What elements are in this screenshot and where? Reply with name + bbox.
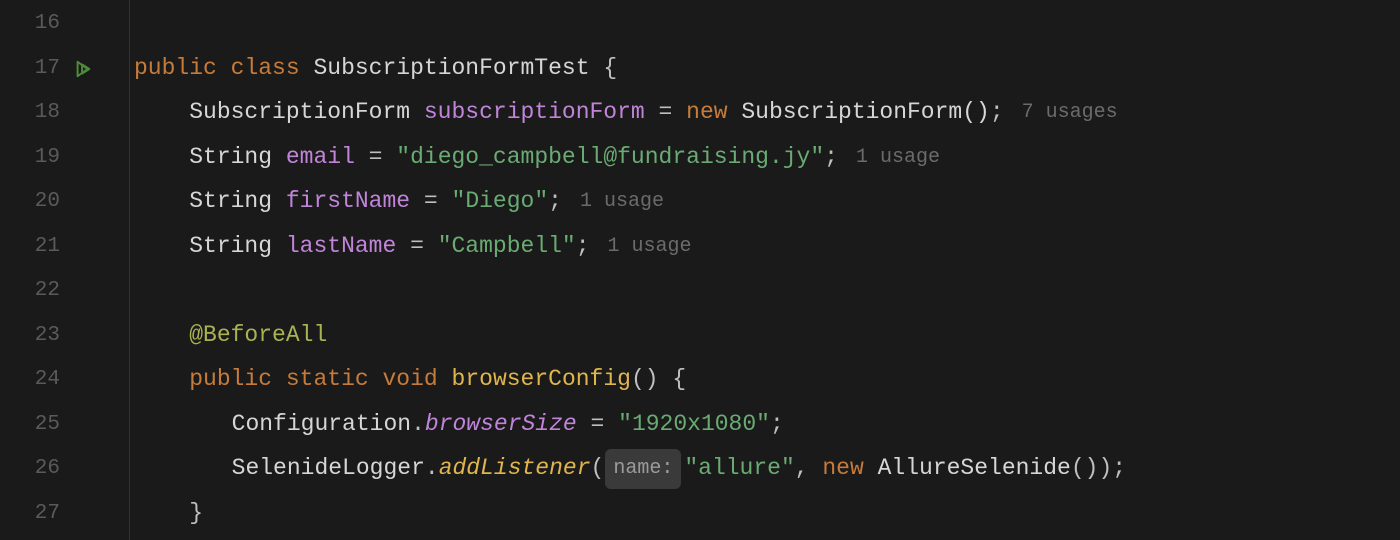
brace: }: [189, 492, 203, 536]
line-number: 26: [0, 449, 60, 489]
code-line: public static void browserConfig() {: [134, 358, 1400, 403]
code-area[interactable]: public class SubscriptionFormTest { Subs…: [130, 0, 1400, 540]
line-number: 17: [0, 49, 60, 89]
field-name: subscriptionForm: [424, 91, 645, 135]
annotation: @BeforeAll: [189, 314, 327, 358]
keyword-void: void: [383, 358, 438, 402]
keyword-new: new: [686, 91, 727, 135]
usages-hint[interactable]: 1 usage: [580, 183, 664, 221]
code-line: String lastName = "Campbell";1 usage: [134, 225, 1400, 270]
keyword-new: new: [822, 447, 863, 491]
line-number: 23: [0, 316, 60, 356]
type-name: Configuration: [232, 403, 411, 447]
string-literal: "Campbell": [438, 225, 576, 269]
static-method: addListener: [439, 447, 591, 491]
keyword-static: static: [286, 358, 369, 402]
type-name: SelenideLogger: [232, 447, 425, 491]
code-line: public class SubscriptionFormTest {: [134, 47, 1400, 92]
string-literal: "Diego": [452, 180, 549, 224]
constructor-call: AllureSelenide: [878, 447, 1071, 491]
constructor-call: SubscriptionForm(): [741, 91, 989, 135]
keyword-public: public: [189, 358, 272, 402]
code-line: String email = "diego_campbell@fundraisi…: [134, 136, 1400, 181]
field-name: firstName: [286, 180, 410, 224]
type-name: String: [189, 225, 272, 269]
code-line: Configuration.browserSize = "1920x1080";: [134, 403, 1400, 448]
field-name: email: [286, 136, 355, 180]
line-number: 25: [0, 405, 60, 445]
gutter: 16 17 18 19 20 21 22 23 24 25 26 27: [0, 0, 130, 540]
static-field: browserSize: [425, 403, 577, 447]
type-name: String: [189, 136, 272, 180]
code-line: SubscriptionForm subscriptionForm = new …: [134, 91, 1400, 136]
line-number: 24: [0, 360, 60, 400]
code-line: [134, 2, 1400, 47]
brace: {: [590, 47, 618, 91]
class-name: SubscriptionFormTest: [313, 47, 589, 91]
usages-hint[interactable]: 1 usage: [608, 228, 692, 266]
line-number: 21: [0, 227, 60, 267]
type-name: String: [189, 180, 272, 224]
field-name: lastName: [286, 225, 396, 269]
string-literal: "diego_campbell@fundraising.jy": [396, 136, 824, 180]
string-literal: "1920x1080": [618, 403, 770, 447]
line-number: 18: [0, 93, 60, 133]
parameter-hint: name:: [605, 449, 681, 489]
code-line: [134, 269, 1400, 314]
line-number: 22: [0, 271, 60, 311]
method-name: browserConfig: [452, 358, 631, 402]
code-editor: 16 17 18 19 20 21 22 23 24 25 26 27 publ…: [0, 0, 1400, 540]
line-number: 19: [0, 138, 60, 178]
code-line: }: [134, 492, 1400, 537]
line-number: 27: [0, 494, 60, 534]
usages-hint[interactable]: 1 usage: [856, 139, 940, 177]
type-name: SubscriptionForm: [189, 91, 410, 135]
code-line: SelenideLogger.addListener(name:"allure"…: [134, 447, 1400, 492]
line-number: 20: [0, 182, 60, 222]
string-literal: "allure": [684, 447, 794, 491]
keyword-class: class: [231, 47, 300, 91]
line-number: 16: [0, 4, 60, 44]
keyword-public: public: [134, 47, 217, 91]
usages-hint[interactable]: 7 usages: [1022, 94, 1118, 132]
code-line: String firstName = "Diego";1 usage: [134, 180, 1400, 225]
run-test-icon[interactable]: [74, 60, 92, 78]
code-line: @BeforeAll: [134, 314, 1400, 359]
